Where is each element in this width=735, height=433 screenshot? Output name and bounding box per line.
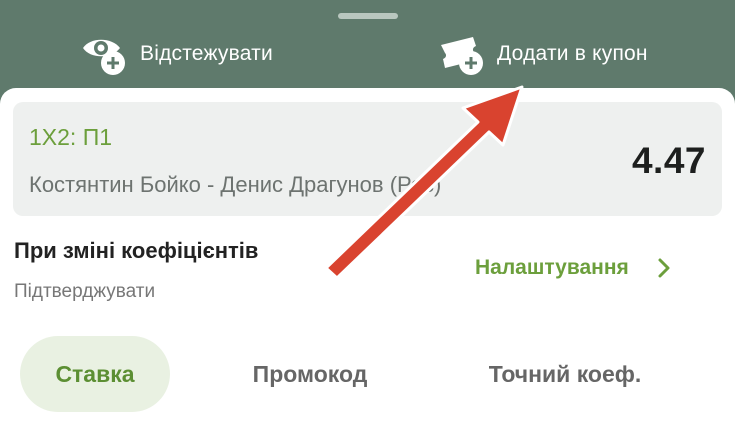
sheet-header: Відстежувати Додати в купон xyxy=(0,0,735,92)
odds-change-value: Підтверджувати xyxy=(14,281,156,302)
match-name: Костянтин Бойко - Денис Драгунов (Рос) xyxy=(29,172,442,197)
odds-value: 4.47 xyxy=(631,140,706,181)
chevron-right-icon xyxy=(655,257,673,279)
add-coupon-label: Додати в купон xyxy=(497,42,648,65)
bet-sheet: 1X2: П1 Костянтин Бойко - Денис Драгунов… xyxy=(0,88,735,433)
track-button[interactable]: Відстежувати xyxy=(80,30,273,78)
tab-stake[interactable]: Ставка xyxy=(20,336,170,412)
bet-market: 1X2: П1 xyxy=(29,124,113,150)
tab-exact-odds[interactable]: Точний коеф. xyxy=(460,336,670,412)
bet-tabs: Ставка Промокод Точний коеф. xyxy=(20,336,720,412)
add-coupon-button[interactable]: Додати в купон xyxy=(437,30,648,78)
tab-promocode[interactable]: Промокод xyxy=(225,336,395,412)
track-label: Відстежувати xyxy=(140,42,273,65)
bet-card: 1X2: П1 Костянтин Бойко - Денис Драгунов… xyxy=(13,102,722,216)
eye-plus-icon xyxy=(80,31,132,77)
odds-change-title: При зміні коефіцієнтів xyxy=(14,238,259,263)
ticket-plus-icon xyxy=(437,31,489,77)
settings-label: Налаштування xyxy=(475,256,629,279)
settings-link[interactable]: Налаштування xyxy=(475,256,673,280)
drag-handle[interactable] xyxy=(338,13,398,19)
